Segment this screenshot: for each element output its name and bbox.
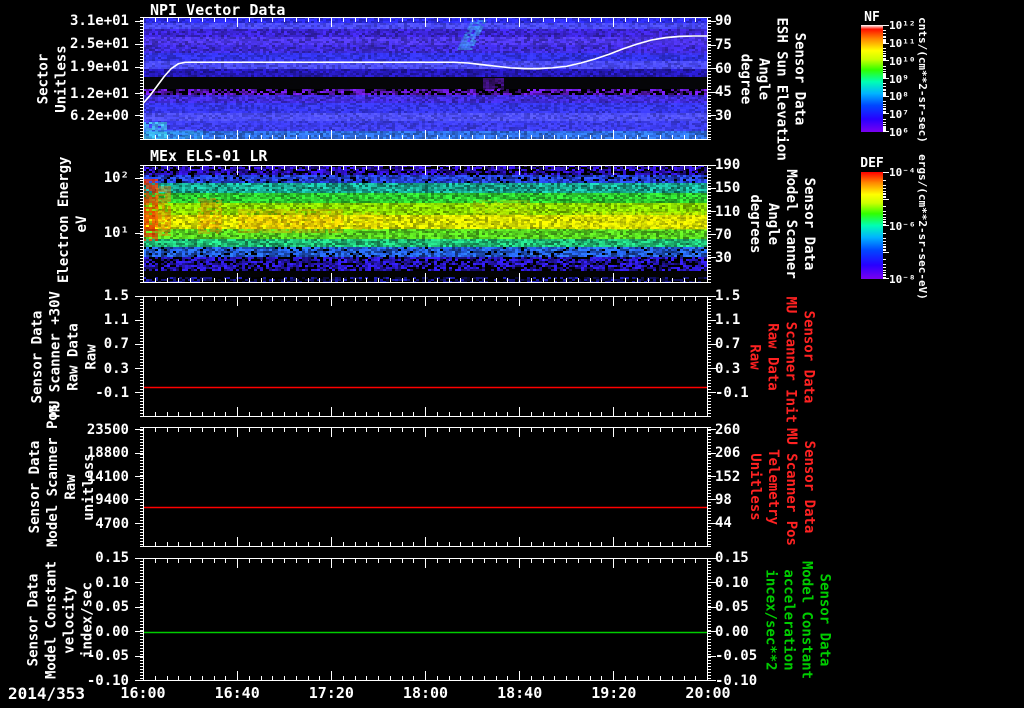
colorbar-tick-label: 10⁸ [889, 90, 909, 104]
axis-label-line: Sensor Data [801, 177, 817, 271]
els-axes-canvas [133, 165, 718, 283]
axis-label-line: incex/sec**2 [762, 568, 778, 671]
colorbar-tick-label: 10¹⁰ [889, 54, 916, 68]
axis-label-line: Unitless [53, 44, 69, 113]
colorbar-tick-label: 10⁻⁶ [889, 219, 916, 233]
y-axis-label-right-npi: Sensor Data ESH Sun Elevation Angle degree [736, 17, 808, 161]
colorbar-title-def: DEF [860, 156, 884, 171]
axis-label-line: index/sec [79, 581, 95, 658]
axis-label-line: Sensor Data [801, 440, 817, 534]
axis-label-line: Sensor Data [29, 310, 45, 403]
axis-label-line: eV [74, 215, 90, 233]
colorbar-title-nf: NF [864, 10, 880, 25]
axis-label-line: velocity [61, 585, 77, 654]
axis-label-line: Telemetry [765, 449, 781, 525]
colorbar-tick-label: 10⁹ [889, 72, 909, 86]
axis-label-line: Raw Data [764, 322, 780, 391]
axis-label-line: Angle [755, 57, 771, 100]
x-tick-label: 16:40 [214, 684, 260, 702]
y-axis-label-right-vel: Sensor Data Model Constant acceleration inc… [761, 558, 833, 681]
colorbar-tick-label: 10¹¹ [889, 36, 916, 50]
axis-label-line: Model Constant [798, 560, 814, 679]
x-tick-label: 19:20 [591, 684, 637, 702]
x-tick-label: 17:20 [308, 684, 354, 702]
def-colorbar-unit: ergs/(cm**2-sr-sec-eV) [916, 153, 929, 300]
colorbar-tick-label: 10⁷ [889, 108, 909, 122]
panel-title-els: MEx ELS-01 LR [150, 147, 268, 165]
axis-label-line: Electron Energy [56, 156, 72, 283]
axis-label-line: Sector [35, 53, 51, 104]
x-tick-label: 18:00 [402, 684, 449, 702]
axis-label-line: Sensor Data [800, 310, 816, 403]
y-axis-label-right-pos: Sensor Data MU Scanner Pos Telemetry Unitle… [746, 427, 818, 547]
colorbar-tick-label: 10¹² [889, 19, 916, 32]
y-axis-label-left-mu30: Sensor Data MU Scanner +30V Raw Data Raw [28, 290, 100, 417]
axis-label-line: Sensor Data [27, 440, 43, 534]
y-axis-label-right-mu30: Sensor Data MU Scanner Init Raw Data Raw [745, 296, 817, 423]
pos-axes-canvas [133, 427, 718, 547]
y-axis-label-left-pos: Sensor Data Model Scanner Pos Raw unitless [26, 403, 98, 547]
def-colorbar [861, 172, 883, 279]
colorbar-tick-label: 10⁶ [889, 126, 909, 139]
axis-label-line: ESH Sun Elevation [773, 17, 789, 161]
science-plot-screen: NPI Vector Data MEx ELS-01 LR NF DEF 201… [0, 0, 1024, 708]
x-tick-label: 18:40 [497, 684, 543, 702]
x-tick-label: 16:00 [120, 684, 166, 702]
axis-label-line: Raw [63, 474, 79, 500]
npi-axes-canvas [133, 17, 718, 140]
axis-label-line: Raw [83, 343, 99, 370]
axis-label-line: Model Scanner Pos [45, 403, 61, 547]
axis-label-line: Model Constant [43, 560, 59, 679]
axis-label-line: degrees [747, 194, 763, 254]
axis-label-line: MU Scanner Init [782, 296, 798, 423]
y-axis-label-right-els: Sensor Data Model Scanner Angle degrees [746, 165, 818, 283]
y-axis-label-left-vel: Sensor Data Model Constant velocity index/s… [24, 558, 96, 681]
axis-label-line: Angle [765, 202, 781, 246]
nf-colorbar [861, 25, 883, 132]
vel-axes-canvas [133, 558, 718, 681]
axis-label-line: unitless [81, 453, 97, 521]
axis-label-line: Sensor Data [816, 573, 832, 666]
nf-colorbar-unit: cnts/(cm**2-sr-sec) [916, 16, 929, 143]
axis-label-line: Sensor Data [791, 32, 807, 125]
x-tick-label: 20:00 [685, 684, 731, 702]
colorbar-tick-label: 10⁻⁸ [889, 273, 916, 286]
axis-label-line: degree [737, 53, 753, 104]
axis-label-line: MU Scanner +30V [47, 290, 63, 417]
axis-label-line: Raw [746, 343, 762, 370]
axis-label-line: acceleration [780, 568, 796, 671]
mu30-axes-canvas [133, 296, 718, 417]
axis-label-line: MU Scanner Pos [783, 427, 799, 546]
axis-label-line: Sensor Data [25, 573, 41, 666]
y-axis-label-left-els: Electron Energy eV [55, 156, 91, 283]
axis-label-line: Raw Data [65, 322, 81, 391]
axis-label-line: Model Scanner [783, 169, 799, 279]
axis-label-line: Unitless [747, 453, 763, 521]
colorbar-tick-label: 10⁻⁴ [889, 166, 916, 179]
y-axis-label-left-npi: Sector Unitless [34, 17, 70, 140]
